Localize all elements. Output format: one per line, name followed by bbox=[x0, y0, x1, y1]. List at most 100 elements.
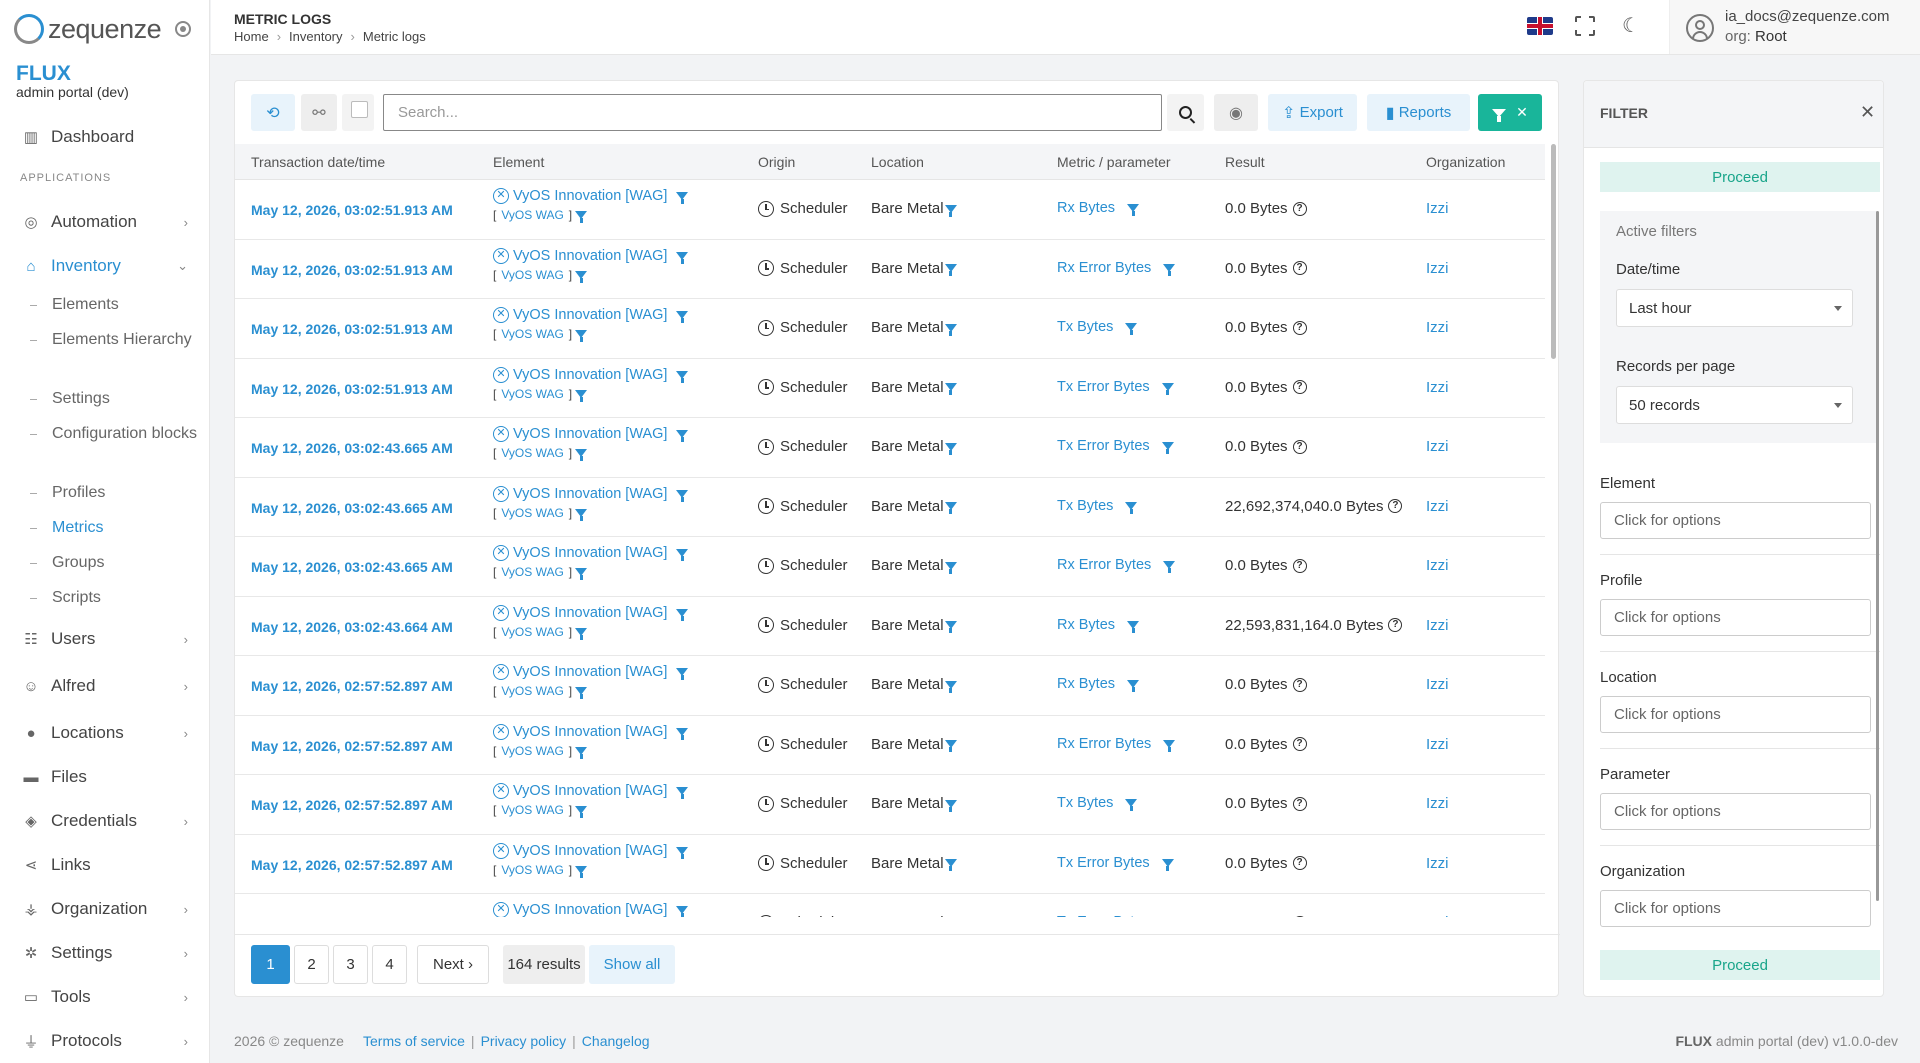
proceed-button[interactable]: Proceed bbox=[1600, 950, 1880, 980]
breadcrumb-inventory[interactable]: Inventory bbox=[289, 29, 342, 44]
nav-credentials[interactable]: ◈ Credentials › bbox=[0, 806, 210, 836]
page-button[interactable]: 3 bbox=[333, 945, 368, 984]
funnel-icon[interactable] bbox=[1125, 799, 1138, 811]
funnel-icon[interactable] bbox=[575, 865, 588, 878]
funnel-icon[interactable] bbox=[575, 746, 588, 759]
element-tag-link[interactable]: VyOS WAG bbox=[501, 744, 563, 758]
question-icon[interactable]: ? bbox=[1292, 439, 1307, 454]
proceed-button[interactable]: Proceed bbox=[1600, 162, 1880, 192]
element-tag-link[interactable]: VyOS WAG bbox=[501, 446, 563, 460]
metric-link[interactable]: Rx Error Bytes bbox=[1057, 260, 1151, 276]
funnel-icon[interactable] bbox=[1161, 858, 1174, 871]
funnel-icon[interactable] bbox=[676, 608, 689, 621]
fullscreen-icon[interactable] bbox=[1574, 15, 1596, 37]
element-filter-input[interactable]: Click for options bbox=[1600, 502, 1871, 539]
transaction-date-link[interactable]: May 12, 2026, 03:02:43.665 AM bbox=[251, 559, 453, 575]
records-select[interactable]: 50 records bbox=[1616, 386, 1853, 424]
funnel-icon[interactable] bbox=[944, 799, 957, 812]
question-icon[interactable]: ? bbox=[1292, 915, 1307, 917]
metric-link[interactable]: Tx Bytes bbox=[1057, 795, 1113, 811]
metric-link[interactable]: Tx Error Bytes bbox=[1057, 855, 1150, 871]
element-tag-link[interactable]: VyOS WAG bbox=[501, 327, 563, 341]
element-tag-link[interactable]: VyOS WAG bbox=[501, 803, 563, 817]
element-link[interactable]: VyOS Innovation [WAG] bbox=[513, 724, 667, 740]
organization-link[interactable]: Izzi bbox=[1426, 379, 1449, 396]
organization-link[interactable]: Izzi bbox=[1426, 260, 1449, 277]
element-link[interactable]: VyOS Innovation [WAG] bbox=[513, 188, 667, 204]
nav-settings[interactable]: ✲ Settings › bbox=[0, 938, 210, 968]
column-header[interactable]: Origin bbox=[758, 154, 795, 170]
funnel-icon[interactable] bbox=[944, 442, 957, 455]
funnel-icon[interactable] bbox=[676, 251, 689, 264]
question-icon[interactable]: ? bbox=[1292, 261, 1307, 275]
funnel-icon[interactable] bbox=[676, 489, 689, 502]
element-link[interactable]: VyOS Innovation [WAG] bbox=[513, 664, 667, 680]
nav-organization[interactable]: ⚶ Organization › bbox=[0, 894, 210, 924]
organization-link[interactable]: Izzi bbox=[1426, 200, 1449, 217]
funnel-icon[interactable] bbox=[676, 192, 689, 204]
funnel-icon[interactable] bbox=[575, 806, 588, 818]
metric-link[interactable]: Tx Bytes bbox=[1057, 498, 1113, 514]
element-tag-link[interactable]: VyOS WAG bbox=[501, 625, 563, 639]
breadcrumb-home[interactable]: Home bbox=[234, 29, 269, 44]
changelog-link[interactable]: Changelog bbox=[582, 1033, 650, 1049]
transaction-date-link[interactable]: May 12, 2026, 03:02:51.913 AM bbox=[251, 262, 453, 278]
transaction-date-link[interactable]: May 12, 2026, 02:57:44.662 AM bbox=[251, 916, 453, 917]
element-link[interactable]: VyOS Innovation [WAG] bbox=[513, 426, 667, 442]
show-all-button[interactable]: Show all bbox=[589, 945, 675, 984]
organization-link[interactable]: Izzi bbox=[1426, 795, 1449, 812]
column-header[interactable]: Transaction date/time bbox=[251, 154, 385, 170]
organization-link[interactable]: Izzi bbox=[1426, 557, 1449, 574]
parameter-filter-input[interactable]: Click for options bbox=[1600, 793, 1871, 830]
select-all-checkbox[interactable] bbox=[351, 101, 368, 118]
question-icon[interactable]: ? bbox=[1292, 796, 1307, 811]
funnel-icon[interactable] bbox=[676, 787, 689, 799]
funnel-icon[interactable] bbox=[676, 370, 689, 383]
funnel-icon[interactable] bbox=[1125, 501, 1138, 514]
element-link[interactable]: VyOS Innovation [WAG] bbox=[513, 843, 667, 859]
funnel-icon[interactable] bbox=[676, 727, 689, 740]
sub-item-metrics[interactable]: Metrics bbox=[30, 516, 200, 540]
sub-item-profiles[interactable]: Profiles bbox=[30, 481, 200, 505]
metric-link[interactable]: Tx Error Bytes bbox=[1057, 914, 1150, 917]
page-button[interactable]: 4 bbox=[372, 945, 407, 984]
moon-icon[interactable]: ☾ bbox=[1621, 16, 1641, 36]
funnel-icon[interactable] bbox=[575, 389, 588, 402]
funnel-icon[interactable] bbox=[944, 502, 957, 514]
column-header[interactable]: Result bbox=[1225, 154, 1265, 170]
element-tag-link[interactable]: VyOS WAG bbox=[501, 506, 563, 520]
column-header[interactable]: Element bbox=[493, 154, 544, 170]
funnel-icon[interactable] bbox=[1127, 620, 1140, 633]
transaction-date-link[interactable]: May 12, 2026, 03:02:43.665 AM bbox=[251, 440, 453, 456]
question-icon[interactable]: ? bbox=[1292, 737, 1307, 751]
transaction-date-link[interactable]: May 12, 2026, 03:02:51.913 AM bbox=[251, 202, 453, 218]
nav-alfred[interactable]: ☺ Alfred › bbox=[0, 671, 210, 701]
element-link[interactable]: VyOS Innovation [WAG] bbox=[513, 605, 667, 621]
sub-item-elements-hierarchy[interactable]: Elements Hierarchy bbox=[30, 328, 200, 352]
sub-item-groups[interactable]: Groups bbox=[30, 551, 200, 575]
terms-link[interactable]: Terms of service bbox=[363, 1033, 465, 1049]
column-header[interactable]: Metric / parameter bbox=[1057, 154, 1171, 170]
question-icon[interactable]: ? bbox=[1388, 618, 1403, 632]
metric-link[interactable]: Rx Bytes bbox=[1057, 200, 1115, 216]
transaction-date-link[interactable]: May 12, 2026, 02:57:52.897 AM bbox=[251, 738, 453, 754]
page-button[interactable]: 2 bbox=[294, 945, 329, 984]
element-link[interactable]: VyOS Innovation [WAG] bbox=[513, 248, 667, 264]
organization-link[interactable]: Izzi bbox=[1426, 914, 1449, 917]
datetime-select[interactable]: Last hour bbox=[1616, 289, 1853, 327]
element-tag-link[interactable]: VyOS WAG bbox=[501, 387, 563, 401]
hierarchy-button[interactable]: ⚯ bbox=[301, 94, 337, 131]
nav-inventory[interactable]: ⌂ Inventory ⌄ bbox=[0, 251, 210, 281]
funnel-icon[interactable] bbox=[1161, 442, 1174, 454]
transaction-date-link[interactable]: May 12, 2026, 03:02:51.913 AM bbox=[251, 321, 453, 337]
column-header[interactable]: Organization bbox=[1426, 154, 1505, 170]
funnel-icon[interactable] bbox=[1125, 323, 1138, 335]
organization-link[interactable]: Izzi bbox=[1426, 617, 1449, 634]
question-icon[interactable]: ? bbox=[1292, 558, 1307, 573]
metric-link[interactable]: Tx Bytes bbox=[1057, 319, 1113, 335]
export-button[interactable]: ⇪ Export bbox=[1268, 94, 1357, 131]
metric-link[interactable]: Rx Bytes bbox=[1057, 676, 1115, 692]
uk-flag-icon[interactable] bbox=[1527, 17, 1553, 35]
filter-toggle-button[interactable]: ✕ bbox=[1478, 94, 1542, 131]
element-link[interactable]: VyOS Innovation [WAG] bbox=[513, 307, 667, 323]
